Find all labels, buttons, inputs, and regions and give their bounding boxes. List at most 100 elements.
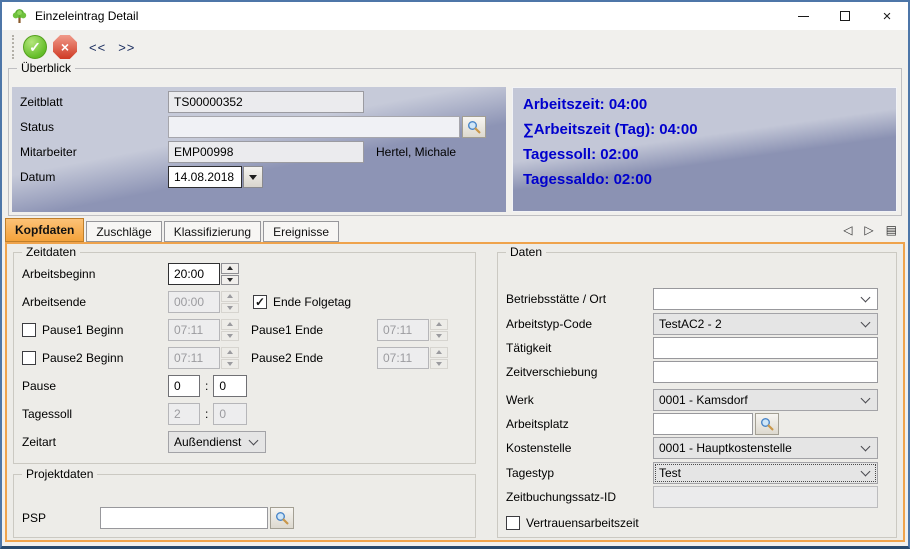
mitarbeiter-label: Mitarbeiter <box>20 145 168 159</box>
spin-down-icon <box>227 334 233 338</box>
arbeitsende-label: Arbeitsende <box>22 295 168 309</box>
betriebsstaette-combobox[interactable] <box>653 288 878 310</box>
werk-combobox[interactable]: 0001 - Kamsdorf <box>653 389 878 411</box>
spin-up-icon <box>227 266 233 270</box>
window-controls: × <box>782 2 908 30</box>
werk-label: Werk <box>506 393 653 407</box>
psp-search-button[interactable] <box>270 507 294 529</box>
chevron-down-icon <box>861 292 871 302</box>
tab-list-icon[interactable]: ▤ <box>886 223 897 237</box>
zeitverschiebung-label: Zeitverschiebung <box>506 365 653 379</box>
psp-label: PSP <box>22 511 100 525</box>
datum-dropdown-button[interactable] <box>243 166 263 188</box>
projektdaten-groupbox: Projektdaten PSP <box>13 474 476 538</box>
pause2-beginn-value: 07:11 <box>168 347 220 369</box>
spin-up-button <box>221 291 239 302</box>
zeitart-combobox[interactable]: Außendienst <box>168 431 266 453</box>
spin-down-button <box>221 331 239 342</box>
ende-folgetag-group: Ende Folgetag <box>253 295 351 309</box>
next-record-button[interactable]: >> <box>118 40 135 55</box>
spin-down-icon <box>227 362 233 366</box>
psp-row: PSP <box>22 507 469 529</box>
tab-zuschlaege[interactable]: Zuschläge <box>86 221 161 242</box>
window-title: Einzeleintrag Detail <box>35 9 138 23</box>
kostenstelle-combobox[interactable]: 0001 - Hauptkostenstelle <box>653 437 878 459</box>
pause2-ende-spinner: 07:11 <box>377 347 448 369</box>
cancel-button[interactable]: × <box>53 35 77 59</box>
tab-ereignisse[interactable]: Ereignisse <box>263 221 339 242</box>
spin-up-button[interactable] <box>221 263 239 274</box>
ueberblick-groupbox: Überblick Zeitblatt TS00000352 Status Mi… <box>8 68 902 216</box>
pause2-beginn-checkbox[interactable] <box>22 351 36 365</box>
daten-group-label: Daten <box>506 245 546 259</box>
mitarbeiter-field[interactable]: EMP00998 <box>168 141 364 163</box>
taetigkeit-label: Tätigkeit <box>506 341 653 355</box>
zeitverschiebung-input[interactable] <box>653 361 878 383</box>
mitarbeiter-name-text: Hertel, Michale <box>376 145 456 159</box>
spin-down-button <box>430 359 448 370</box>
zeitblatt-row: Zeitblatt TS00000352 <box>20 91 498 113</box>
datum-label: Datum <box>20 170 168 184</box>
daten-groupbox: Daten Betriebsstätte / Ort Arbeitstyp-Co… <box>497 252 897 538</box>
chevron-down-icon <box>861 466 871 476</box>
taetigkeit-row: Tätigkeit <box>506 337 890 359</box>
pause-minutes-field[interactable]: 0 <box>213 375 247 397</box>
zeitart-value: Außendienst <box>174 435 241 449</box>
minimize-button[interactable] <box>782 2 824 30</box>
zeitdaten-groupbox: Zeitdaten Arbeitsbeginn 20:00 Arbeitsend… <box>13 252 476 464</box>
status-field[interactable] <box>168 116 460 138</box>
projektdaten-group-label: Projektdaten <box>22 467 97 481</box>
ende-folgetag-checkbox[interactable] <box>253 295 267 309</box>
arbeitsende-value: 00:00 <box>168 291 220 313</box>
tagessoll-row: Tagessoll 2 : 0 <box>22 403 469 425</box>
vertrauensarbeitszeit-checkbox[interactable] <box>506 516 520 530</box>
spin-down-button[interactable] <box>221 275 239 286</box>
chevron-down-icon <box>861 441 871 451</box>
mitarbeiter-row: Mitarbeiter EMP00998 Hertel, Michale <box>20 141 498 163</box>
tagessaldo-summary: Tagessaldo: 02:00 <box>523 167 886 192</box>
betriebsstaette-label: Betriebsstätte / Ort <box>506 292 653 306</box>
datum-row: Datum 14.08.2018 <box>20 166 498 188</box>
spin-down-button <box>221 359 239 370</box>
tab-nav-buttons: ◁ ▷ ▤ <box>843 223 905 242</box>
arbeitsplatz-input[interactable] <box>653 413 753 435</box>
pause-label: Pause <box>22 379 168 393</box>
spin-up-button <box>221 347 239 358</box>
psp-input[interactable] <box>100 507 268 529</box>
zeitverschiebung-row: Zeitverschiebung <box>506 361 890 383</box>
arbeitsplatz-label: Arbeitsplatz <box>506 417 653 431</box>
arbeitsbeginn-spinner[interactable]: 20:00 <box>168 263 239 285</box>
pause-hours-field[interactable]: 0 <box>168 375 200 397</box>
tagessoll-minutes-field: 0 <box>213 403 247 425</box>
tab-klassifizierung[interactable]: Klassifizierung <box>164 221 261 242</box>
kostenstelle-label: Kostenstelle <box>506 441 653 455</box>
chevron-down-icon <box>861 393 871 403</box>
pause1-beginn-checkbox[interactable] <box>22 323 36 337</box>
close-button[interactable]: × <box>866 2 908 30</box>
ok-save-button[interactable]: ✓ <box>23 35 47 59</box>
tagestyp-combobox[interactable]: Test <box>653 462 878 484</box>
zeitdaten-group-label: Zeitdaten <box>22 245 80 259</box>
previous-record-button[interactable]: << <box>89 40 106 55</box>
tagessoll-summary: Tagessoll: 02:00 <box>523 142 886 167</box>
taetigkeit-input[interactable] <box>653 337 878 359</box>
tab-scroll-right-icon[interactable]: ▷ <box>864 223 873 237</box>
datum-field[interactable]: 14.08.2018 <box>168 166 242 188</box>
tagessoll-hours-field: 2 <box>168 403 200 425</box>
search-icon <box>467 120 481 134</box>
arbeitsplatz-search-button[interactable] <box>755 413 779 435</box>
spin-up-button <box>430 347 448 358</box>
sum-arbeitszeit-tag-summary: ∑Arbeitszeit (Tag): 04:00 <box>523 117 886 142</box>
ende-folgetag-label: Ende Folgetag <box>273 295 351 309</box>
status-label: Status <box>20 120 168 134</box>
arbeitstyp-value: TestAC2 - 2 <box>659 317 722 331</box>
status-search-button[interactable] <box>462 116 486 138</box>
arbeitszeit-summary: Arbeitszeit: 04:00 <box>523 92 886 117</box>
arbeitsbeginn-value[interactable]: 20:00 <box>168 263 220 285</box>
maximize-button[interactable] <box>824 2 866 30</box>
tab-scroll-left-icon[interactable]: ◁ <box>843 223 852 237</box>
pause1-beginn-label: Pause1 Beginn <box>42 323 123 337</box>
tab-kopfdaten[interactable]: Kopfdaten <box>5 218 84 242</box>
zeitblatt-field[interactable]: TS00000352 <box>168 91 364 113</box>
arbeitstyp-combobox[interactable]: TestAC2 - 2 <box>653 313 878 335</box>
